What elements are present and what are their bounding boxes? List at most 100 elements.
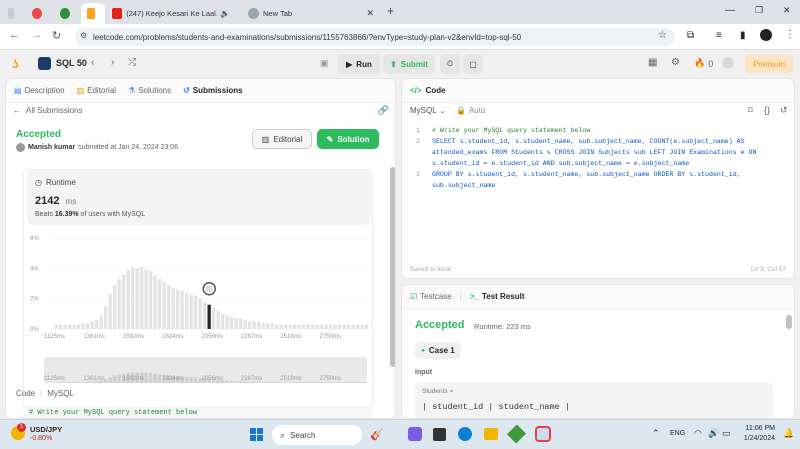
distribution-bar[interactable] <box>333 324 337 329</box>
distribution-bar[interactable] <box>108 294 112 329</box>
language-indicator[interactable]: ENG <box>670 430 685 437</box>
reload-icon[interactable]: ↻ <box>52 29 61 42</box>
distribution-bar[interactable] <box>270 322 274 329</box>
tab-submissions[interactable]: ↺ Submissions <box>183 86 243 95</box>
browser-tab-1[interactable] <box>26 3 52 24</box>
tab-solutions[interactable]: ⚗ Solutions <box>128 86 171 95</box>
link-icon[interactable]: 🔗 <box>378 105 389 116</box>
distribution-bar[interactable] <box>351 324 355 329</box>
run-button[interactable]: ▶ Run <box>338 54 380 74</box>
distribution-bar[interactable] <box>221 313 225 329</box>
tab-test-result[interactable]: >_ Test Result <box>470 292 525 301</box>
distribution-bar[interactable] <box>248 321 252 329</box>
extensions-icon[interactable]: ⧉ <box>687 30 694 41</box>
distribution-bar[interactable] <box>275 324 279 329</box>
ticker-name[interactable]: USD/JPY <box>30 425 62 434</box>
settings-icon[interactable]: ⚙ <box>671 57 680 68</box>
chevron-up-icon[interactable]: ⌃ <box>652 428 660 439</box>
close-window-icon[interactable]: ✕ <box>783 5 791 16</box>
distribution-bar[interactable] <box>225 315 229 329</box>
runtime-distribution-chart[interactable]: 6% 4% 2% 0% 1125ms 1361ms 1592ms 1824ms 2056ms 22… <box>24 228 374 419</box>
distribution-bar[interactable] <box>77 324 81 329</box>
left-scrollbar[interactable] <box>390 167 395 367</box>
file-explorer-icon[interactable] <box>484 428 498 440</box>
highlighted-bar[interactable] <box>207 304 211 329</box>
distribution-bar[interactable] <box>171 288 175 329</box>
submit-button[interactable]: ⬆ Submit <box>383 54 435 74</box>
distribution-bar[interactable] <box>72 324 76 329</box>
distribution-bar[interactable] <box>257 321 261 329</box>
premium-button[interactable]: Premium <box>745 55 793 73</box>
profile-avatar[interactable] <box>760 29 772 41</box>
distribution-bar[interactable] <box>293 324 297 329</box>
distribution-bar[interactable] <box>158 278 162 329</box>
url-field[interactable]: ⚙ leetcode.com/problems/students-and-exa… <box>75 28 675 46</box>
distribution-bar[interactable] <box>167 285 171 329</box>
distribution-bar[interactable] <box>198 298 202 329</box>
distribution-bar[interactable] <box>360 324 364 329</box>
timer-icon[interactable]: ⏲ <box>440 54 460 74</box>
browser-tab-2[interactable] <box>54 3 80 24</box>
wifi-icon[interactable]: ◠ <box>694 428 702 439</box>
streak-counter[interactable]: 🔥 0 <box>694 58 713 69</box>
distribution-bar[interactable] <box>365 324 369 329</box>
distribution-bar[interactable] <box>216 310 220 329</box>
editorial-button[interactable]: ▥ Editorial <box>252 129 312 149</box>
star-icon[interactable]: ☆ <box>658 30 667 41</box>
distribution-bar[interactable] <box>347 324 351 329</box>
user-avatar[interactable] <box>722 57 734 69</box>
distribution-bar[interactable] <box>230 316 234 329</box>
tab-menu[interactable] <box>2 3 24 24</box>
distribution-bar[interactable] <box>95 319 99 329</box>
study-plan-title[interactable]: SQL 50 <box>56 58 87 68</box>
windows-start-icon[interactable] <box>250 428 263 441</box>
media-icon[interactable]: ≡ <box>716 30 722 41</box>
distribution-bar[interactable] <box>59 324 63 329</box>
reset-icon[interactable]: ↺ <box>780 105 788 116</box>
volume-icon[interactable]: 🔊 <box>708 428 719 439</box>
bookmark-icon[interactable]: ⌑ <box>748 105 753 116</box>
browser-tab-leetcode[interactable] <box>81 3 105 24</box>
debug-icon[interactable]: ▣ <box>320 58 329 69</box>
distribution-bar[interactable] <box>63 324 67 329</box>
distribution-bar[interactable] <box>306 324 310 329</box>
testcase-scrollbar[interactable] <box>786 315 792 329</box>
distribution-bar[interactable] <box>329 324 333 329</box>
distribution-bar[interactable] <box>90 321 94 329</box>
distribution-bar[interactable] <box>126 269 130 329</box>
browser-tab-youtube[interactable]: (247) Keejo Kesari Ke Laal... 🔈 <box>106 3 236 24</box>
distribution-bar[interactable] <box>311 324 315 329</box>
forward-icon[interactable]: → <box>31 29 42 41</box>
distribution-bar[interactable] <box>239 318 243 329</box>
distribution-bar[interactable] <box>54 324 58 329</box>
distribution-bar[interactable] <box>252 321 256 329</box>
runtime-summary[interactable]: ◷ Runtime 2142 ms Beats 16.39% of users … <box>27 170 371 225</box>
author-name[interactable]: Manish kumar <box>28 144 75 151</box>
distribution-bar[interactable] <box>153 275 157 329</box>
distribution-bar[interactable] <box>356 324 360 329</box>
distribution-bar[interactable] <box>180 291 184 329</box>
distribution-bar[interactable] <box>203 301 207 329</box>
distribution-bar[interactable] <box>288 324 292 329</box>
edge-icon[interactable] <box>458 427 472 441</box>
distribution-bar[interactable] <box>176 289 180 329</box>
leetcode-logo-icon[interactable]: ʖ <box>12 57 24 71</box>
distribution-bar[interactable] <box>144 269 148 329</box>
distribution-bar[interactable] <box>99 315 103 329</box>
browser-tab-newtab[interactable]: New Tab ✕ <box>242 3 382 24</box>
distribution-bar[interactable] <box>162 281 166 329</box>
taskbar-search[interactable]: ⌕ Search <box>272 425 362 445</box>
clock-time[interactable]: 11:06 PM <box>741 425 775 432</box>
case-1-button[interactable]: ● Case 1 <box>415 342 461 359</box>
sidepanel-icon[interactable]: ▮ <box>740 30 746 41</box>
distribution-bar[interactable] <box>185 292 189 329</box>
notification-bell-icon[interactable]: 🔔 <box>783 428 794 439</box>
close-icon[interactable]: ✕ <box>366 8 374 19</box>
distribution-bar[interactable] <box>266 322 270 329</box>
prev-problem-icon[interactable]: ‹ <box>91 57 94 68</box>
chrome-taskbar-icon[interactable] <box>535 426 551 442</box>
distribution-bar[interactable] <box>284 324 288 329</box>
distribution-bar[interactable] <box>302 324 306 329</box>
auto-indicator[interactable]: 🔒 Auto <box>456 106 485 115</box>
distribution-bar[interactable] <box>149 271 153 329</box>
